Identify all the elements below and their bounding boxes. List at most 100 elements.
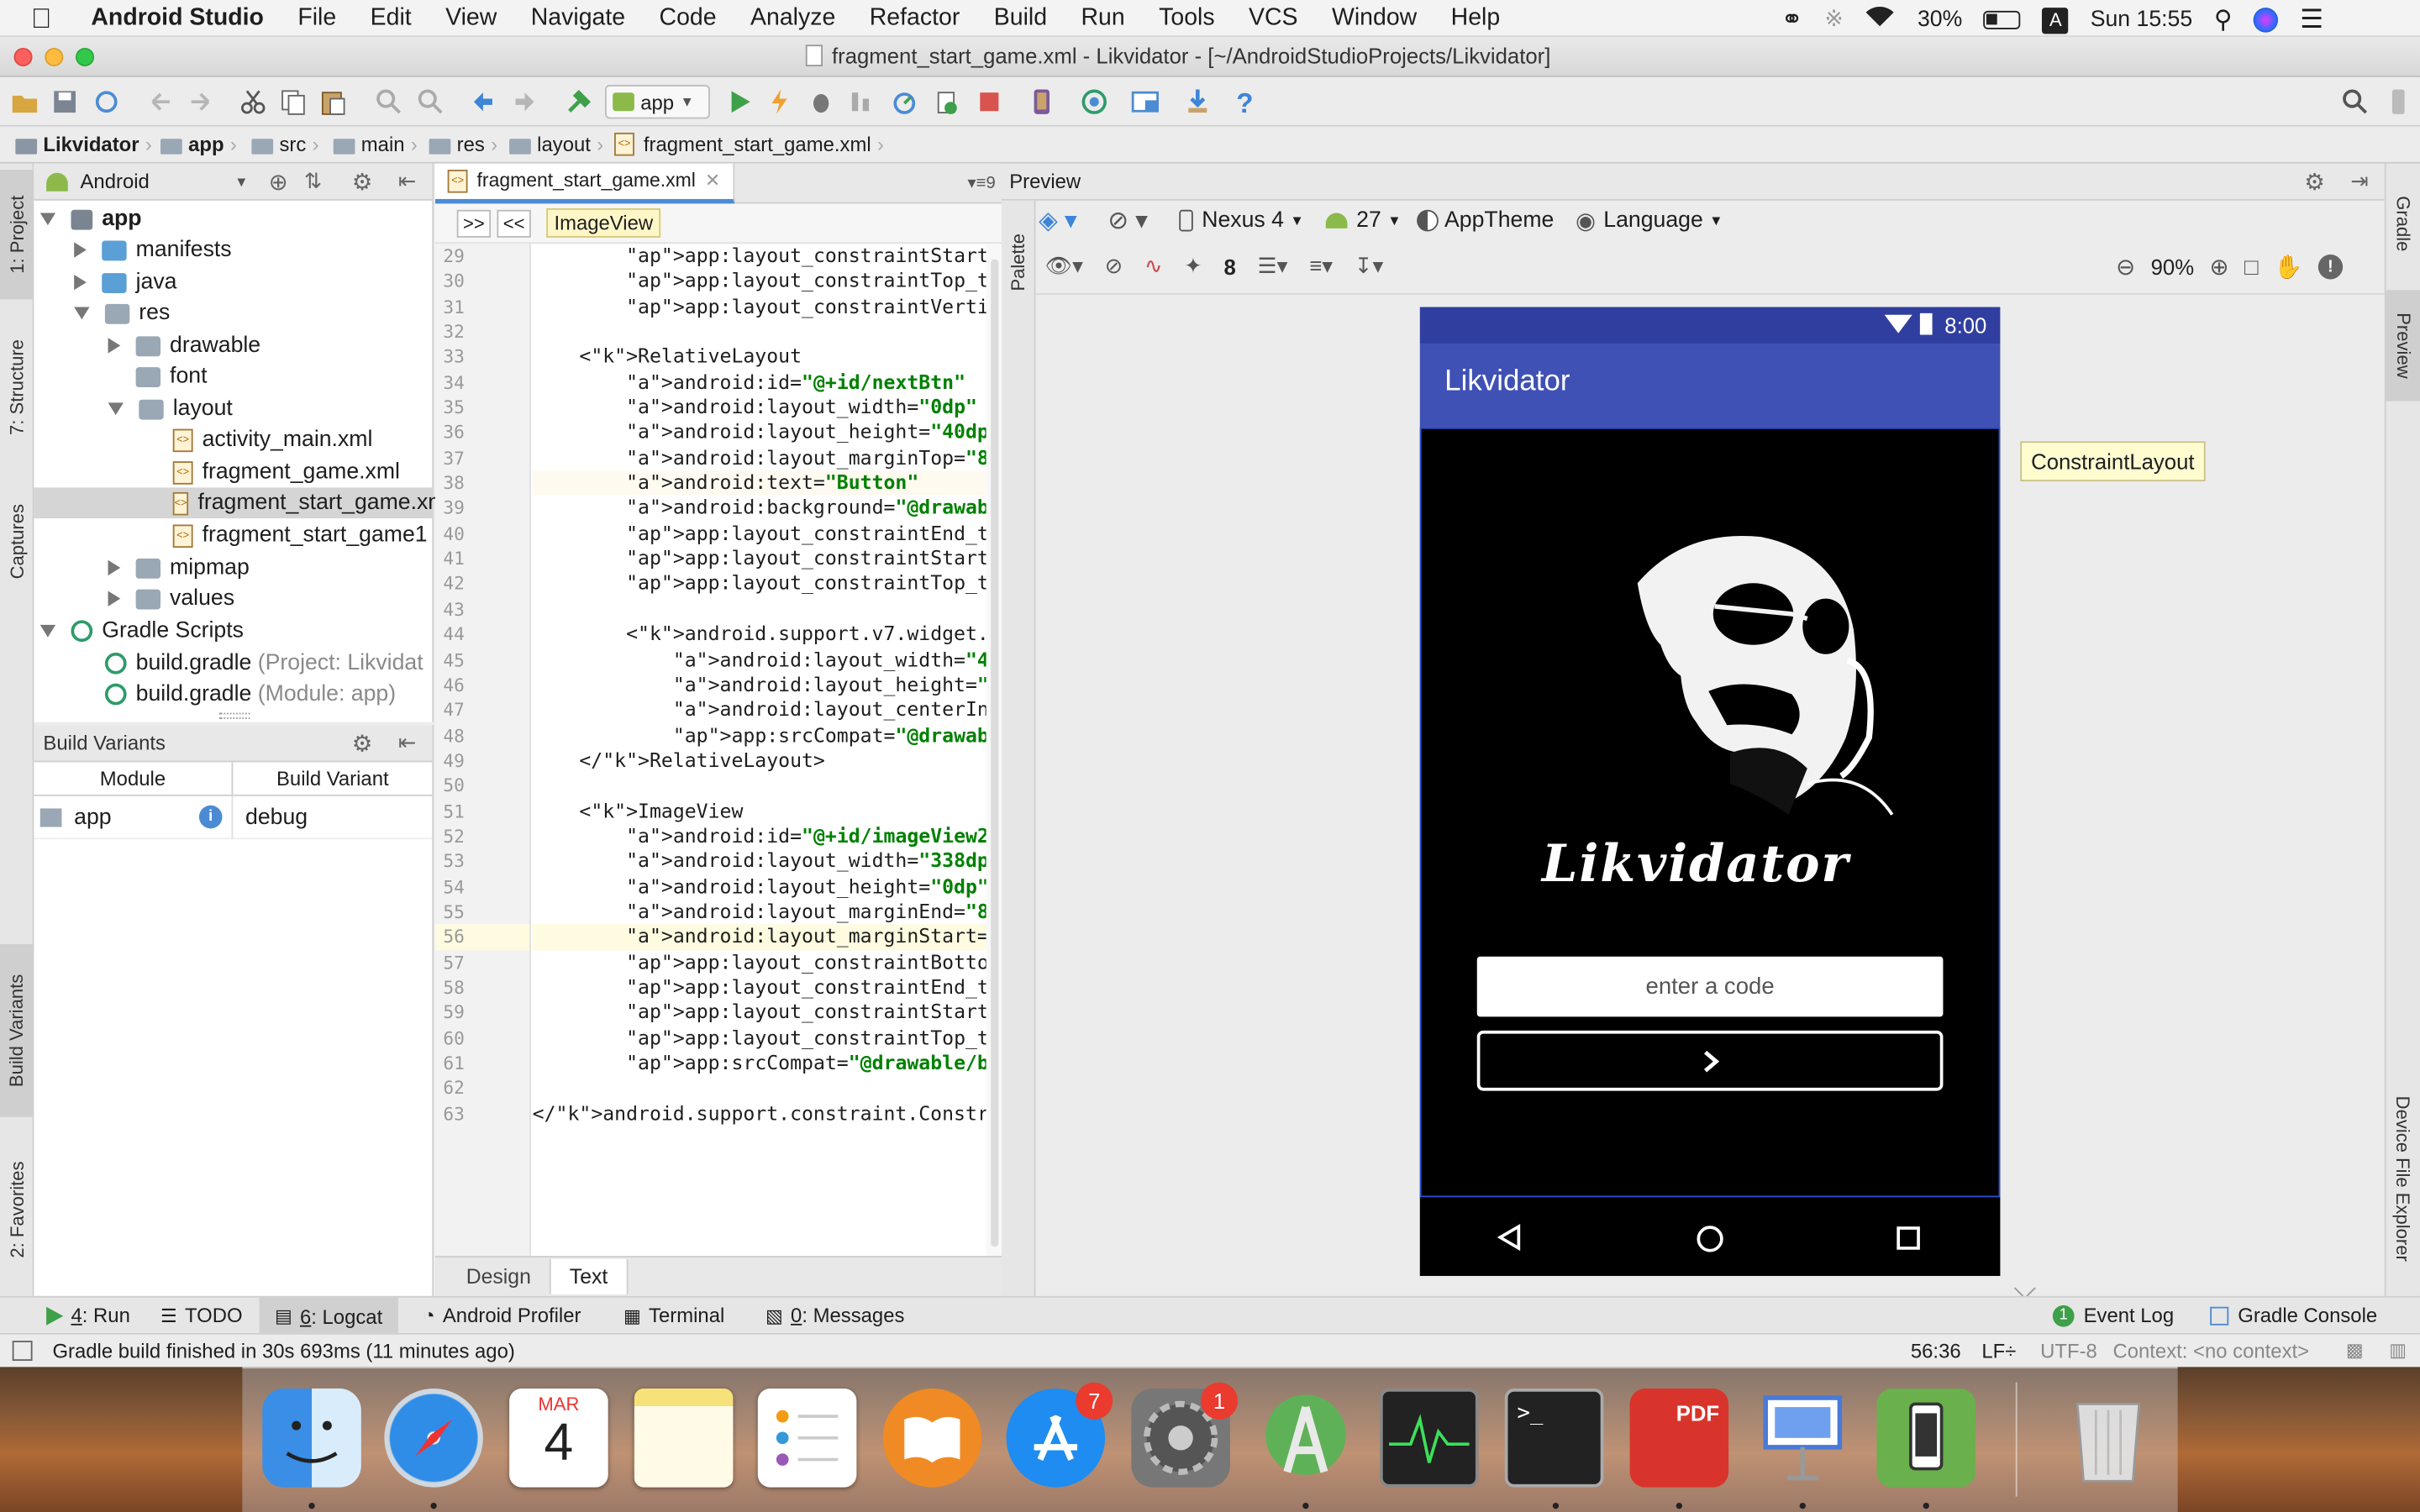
panel-resize-handle[interactable] [218, 712, 250, 719]
nav-recents-icon[interactable] [1896, 1225, 1923, 1252]
code-line[interactable]: "ap">app:layout_constraintTop_toTopO [533, 1026, 986, 1051]
menu-refactor[interactable]: Refactor [870, 5, 960, 33]
make-project-icon[interactable] [565, 88, 592, 116]
keynote-icon[interactable] [1754, 1389, 1853, 1488]
warning-icon[interactable]: ! [2317, 255, 2344, 280]
clear-constraints-icon[interactable]: ∿ [1144, 253, 1163, 279]
activity-monitor-icon[interactable] [1380, 1389, 1479, 1488]
app-menu[interactable]: Android Studio [91, 5, 264, 33]
code-line[interactable]: <"k">RelativeLayout [533, 344, 986, 370]
view-mode-dropdown-icon[interactable]: ▼ [234, 174, 248, 189]
wifi-icon[interactable] [1865, 6, 1897, 34]
infer-constraints-icon[interactable]: ✦ [1184, 253, 1202, 279]
status-message[interactable]: Gradle build finished in 30s 693ms (11 m… [52, 1339, 514, 1362]
tool-tab-gradle[interactable]: Gradle [2386, 173, 2420, 275]
code-line[interactable]: "a">android:layout_marginTop="8dp" [533, 445, 986, 470]
notification-center-icon[interactable]: ☰ [2300, 5, 2323, 36]
code-line[interactable]: "ap">app:srcCompat="@drawable/ic [533, 723, 986, 748]
tool-tab-todo[interactable]: ☰ TODO [160, 1304, 243, 1327]
pack-icon[interactable]: ☰▾ [1258, 253, 1288, 279]
tree-node-font[interactable]: font [135, 361, 207, 392]
trash-icon[interactable] [2059, 1389, 2158, 1488]
save-icon[interactable] [51, 88, 79, 116]
hide-panel-icon[interactable]: ⇤ [398, 730, 417, 756]
clock[interactable]: Sun 15:55 [2091, 8, 2192, 32]
code-line[interactable]: "ap">app:layout_constraintVertical_b [533, 294, 986, 319]
menu-view[interactable]: View [445, 5, 497, 33]
run-config-select[interactable]: app ▼ [604, 85, 710, 119]
code-line[interactable]: "a">android:id="@+id/imageView2" [533, 824, 986, 849]
build-variant-select[interactable]: debug [233, 805, 308, 829]
code-line[interactable]: "a">android:layout_height="40dp" [533, 420, 986, 445]
nav-back-button[interactable]: << [497, 208, 531, 237]
default-margin-value[interactable]: 8 [1224, 254, 1236, 278]
code-text-area[interactable]: "ap">app:layout_constraintStart_toSt "ap… [532, 244, 986, 1256]
menu-edit[interactable]: Edit [371, 5, 412, 33]
code-line[interactable]: "ap">app:layout_constraintStart_toSt [533, 546, 986, 571]
design-blueprint-icon[interactable]: ◈ ▾ [1039, 205, 1077, 236]
show-constraints-icon[interactable]: 👁▾ [1044, 253, 1083, 279]
align-icon[interactable]: ≡▾ [1309, 253, 1333, 279]
tool-tab-structure[interactable]: 7: Structure [0, 315, 34, 460]
bluetooth-icon[interactable]: ※ [1824, 8, 1843, 32]
autoconnect-icon[interactable]: ⊘ [1105, 253, 1123, 279]
tool-tab-gradle-console[interactable]: Gradle Console [2210, 1304, 2377, 1327]
hide-panel-icon[interactable]: ⇤ [398, 168, 417, 194]
zoom-window-button[interactable] [75, 47, 95, 66]
info-icon[interactable]: i [198, 805, 223, 829]
pdf-expert-icon[interactable]: PDF [1629, 1389, 1729, 1488]
code-line[interactable]: "a">android:layout_height="40dp [533, 673, 986, 698]
editor-tab-fragment-start-game[interactable]: <> fragment_start_game.xml ✕ [434, 162, 734, 203]
settings-gear-icon[interactable]: ⚙ [352, 167, 373, 195]
sync-icon[interactable] [92, 88, 120, 116]
tree-node-build-gradle-project[interactable]: build.gradle (Project: Likvidat [104, 648, 424, 679]
tool-tab-project[interactable]: 1: Project [0, 170, 34, 300]
device-select[interactable]: Nexus 4 ▼ [1178, 208, 1304, 233]
tree-node-res[interactable]: res [74, 297, 170, 328]
orientation-icon[interactable]: ⊘ ▾ [1107, 205, 1148, 236]
paste-icon[interactable] [319, 88, 347, 116]
menu-tools[interactable]: Tools [1159, 5, 1214, 33]
tool-tab-event-log[interactable]: 1 Event Log [2052, 1304, 2174, 1327]
replace-icon[interactable] [417, 88, 445, 116]
code-line[interactable]: "a">android:layout_width="40dp" [533, 648, 986, 673]
android-studio-icon[interactable] [1256, 1389, 1355, 1488]
menu-window[interactable]: Window [1332, 5, 1417, 33]
siri-icon[interactable] [2254, 8, 2279, 33]
code-line[interactable]: "a">android:layout_marginStart="8dp [532, 924, 986, 950]
tree-node-fragment-start-game1[interactable]: <> fragment_start_game1 [172, 520, 428, 551]
guidelines-icon[interactable]: ↧▾ [1355, 253, 1383, 279]
nav-home-icon[interactable] [1695, 1224, 1726, 1255]
code-input[interactable]: enter a code [1476, 956, 1944, 1017]
menu-vcs[interactable]: VCS [1249, 5, 1298, 33]
tree-node-java[interactable]: java [74, 267, 177, 298]
code-line[interactable]: "ap">app:layout_constraintEnd_toEndO [533, 975, 986, 1000]
code-line[interactable]: "a">android:layout_marginEnd="8dp" [533, 900, 986, 925]
breadcrumb-item-likvidator[interactable]: Likvidator [43, 133, 139, 156]
locate-file-icon[interactable]: ⊕ [269, 167, 288, 195]
apply-changes-icon[interactable] [765, 88, 793, 116]
nav-forward-button[interactable]: >> [456, 208, 492, 237]
tree-node-mipmap[interactable]: mipmap [108, 553, 250, 584]
code-line[interactable]: <"k">ImageView [533, 799, 986, 824]
creative-cloud-icon[interactable]: ⚭ [1781, 5, 1803, 36]
books-icon[interactable] [882, 1389, 982, 1488]
tool-tab-android-profiler[interactable]: ◔ Android Profiler [423, 1304, 581, 1327]
menu-file[interactable]: File [297, 5, 336, 33]
table-row[interactable]: app i debug [34, 795, 433, 840]
avd-manager-icon[interactable] [1028, 88, 1055, 116]
code-line[interactable]: "ap">app:layout_constraintStart_toSt [533, 244, 986, 269]
project-view-mode[interactable]: Android [81, 170, 150, 193]
code-line[interactable] [533, 596, 986, 622]
constraint-layout[interactable]: Likvidator enter a code [1419, 427, 2001, 1198]
cut-icon[interactable] [239, 88, 267, 116]
code-line[interactable] [533, 774, 986, 799]
next-button[interactable] [1476, 1030, 1944, 1091]
safari-icon[interactable] [384, 1389, 483, 1488]
settings-gear-icon[interactable]: ⚙ [2304, 168, 2325, 196]
back-icon[interactable] [469, 88, 497, 116]
notes-icon[interactable] [634, 1389, 734, 1488]
context-indicator[interactable]: Context: <no context> [2112, 1339, 2309, 1362]
menu-analyze[interactable]: Analyze [750, 5, 835, 33]
code-line[interactable]: "a">android:background="@drawable/bo [533, 496, 986, 521]
